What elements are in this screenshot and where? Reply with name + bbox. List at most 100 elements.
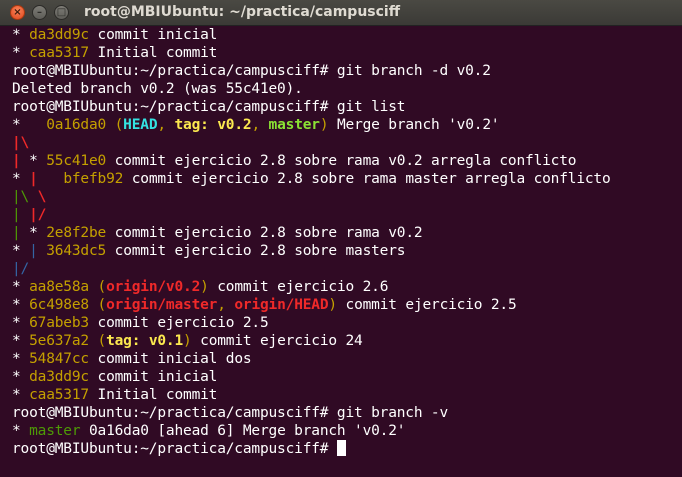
terminal-text-segment: root@MBIUbuntu:~/practica/campusciff# gi…	[12, 99, 406, 115]
terminal-text-segment: Initial commit	[88, 387, 218, 403]
terminal-text-segment: *	[12, 333, 30, 349]
terminal-text-segment: 0a16da0 [ahead 6] Merge branch 'v0.2'	[80, 423, 406, 439]
terminal-line: root@MBIUbuntu:~/practica/campusciff# gi…	[12, 404, 682, 422]
minimize-window-button[interactable]: –	[32, 5, 47, 20]
terminal-line: * 5e637a2 (tag: v0.1) commit ejercicio 2…	[12, 332, 682, 350]
terminal-text-segment: (	[88, 279, 107, 295]
terminal-line: | * 55c41e0 commit ejercicio 2.8 sobre r…	[12, 152, 682, 170]
terminal-text-segment: 0a16da0	[46, 117, 107, 133]
terminal-text-segment: caa5317	[29, 45, 89, 61]
terminal-line: * 0a16da0 (HEAD, tag: v0.2, master) Merg…	[12, 116, 682, 134]
terminal-text-segment: origin/master	[106, 297, 218, 313]
terminal-text-segment: commit ejercicio 2.5	[336, 297, 517, 313]
close-window-button[interactable]: ×	[10, 5, 25, 20]
terminal-text-segment: da3dd9c	[29, 369, 89, 385]
terminal-text-segment: bfefb92	[63, 171, 124, 187]
terminal-text-segment: |	[12, 153, 21, 169]
terminal-line: * master 0a16da0 [ahead 6] Merge branch …	[12, 422, 682, 440]
terminal-text-segment: commit inicial	[88, 27, 218, 43]
terminal-text-segment: master	[268, 117, 320, 133]
terminal-text-segment: |\	[12, 135, 30, 151]
terminal-text-segment: \	[37, 189, 47, 205]
terminal-text-segment: commit ejercicio 2.8 sobre rama master a…	[123, 171, 611, 187]
terminal-text-segment: *	[12, 387, 30, 403]
terminal-text-segment: )	[328, 297, 337, 313]
terminal-line: Deleted branch v0.2 (was 55c41e0).	[12, 80, 682, 98]
terminal-text-segment: commit ejercicio 2.6	[208, 279, 389, 295]
terminal-text-segment: ,	[157, 117, 175, 133]
prompt-text: root@MBIUbuntu:~/practica/campusciff#	[12, 441, 337, 457]
terminal-text-segment: commit ejercicio 2.8 sobre rama v0.2 arr…	[106, 153, 577, 169]
terminal-line: * caa5317 Initial commit	[12, 44, 682, 62]
terminal-line: * | 3643dc5 commit ejercicio 2.8 sobre m…	[12, 242, 682, 260]
terminal-text-segment: 5e637a2	[29, 333, 89, 349]
terminal-text-segment: 54847cc	[29, 351, 89, 367]
prompt-line[interactable]: root@MBIUbuntu:~/practica/campusciff#	[12, 440, 682, 458]
terminal-line: | * 2e8f2be commit ejercicio 2.8 sobre r…	[12, 224, 682, 242]
terminal-text-segment: )	[183, 333, 192, 349]
terminal-text-segment: 2e8f2be	[46, 225, 107, 241]
terminal-text-segment: )	[200, 279, 209, 295]
terminal-text-segment: da3dd9c	[29, 27, 89, 43]
terminal-text-segment: origin/v0.2	[106, 279, 201, 295]
terminal-text-segment: *	[20, 153, 47, 169]
terminal-text-segment: |/	[29, 207, 47, 223]
terminal-text-segment: (	[88, 297, 107, 313]
terminal-line: * aa8e58a (origin/v0.2) commit ejercicio…	[12, 278, 682, 296]
terminal-text-segment: Initial commit	[88, 45, 218, 61]
terminal-text-segment: |	[12, 225, 21, 241]
terminal-text-segment: commit ejercicio 24	[191, 333, 363, 349]
terminal-line: * 6c498e8 (origin/master, origin/HEAD) c…	[12, 296, 682, 314]
terminal-text-segment: *	[20, 225, 47, 241]
maximize-window-button[interactable]: □	[54, 5, 69, 20]
terminal-text-segment: Deleted branch v0.2 (was 55c41e0).	[12, 81, 303, 97]
terminal-text-segment: commit ejercicio 2.8 sobre rama v0.2	[106, 225, 423, 241]
title-bar: × – □ root@MBIUbuntu: ~/practica/campusc…	[0, 0, 682, 26]
terminal-line: | |/	[12, 206, 682, 224]
terminal-text-segment: *	[12, 297, 30, 313]
terminal-text-segment: caa5317	[29, 387, 89, 403]
terminal-text-segment: aa8e58a	[29, 279, 89, 295]
terminal-text-segment: (	[106, 117, 124, 133]
terminal-text-segment: 6c498e8	[29, 297, 89, 313]
terminal-text-segment: *	[12, 117, 47, 133]
terminal-output[interactable]: * da3dd9c commit inicial * caa5317 Initia…	[0, 26, 682, 477]
terminal-text-segment: *	[12, 279, 30, 295]
terminal-line: * 67abeb3 commit ejercicio 2.5	[12, 314, 682, 332]
terminal-line: * da3dd9c commit inicial	[12, 26, 682, 44]
terminal-line: |\	[12, 134, 682, 152]
terminal-text-segment: *	[12, 171, 30, 187]
terminal-text-segment: |\	[12, 189, 30, 205]
terminal-text-segment: root@MBIUbuntu:~/practica/campusciff# gi…	[12, 405, 449, 421]
terminal-text-segment: *	[12, 27, 30, 43]
terminal-text-segment: ,	[251, 117, 269, 133]
terminal-text-segment: commit inicial dos	[88, 351, 252, 367]
terminal-text-segment: root@MBIUbuntu:~/practica/campusciff# gi…	[12, 63, 491, 79]
terminal-text-segment: ,	[217, 297, 235, 313]
terminal-text-segment: *	[12, 45, 30, 61]
terminal-line: root@MBIUbuntu:~/practica/campusciff# gi…	[12, 62, 682, 80]
terminal-line: * | bfefb92 commit ejercicio 2.8 sobre r…	[12, 170, 682, 188]
terminal-line: |/	[12, 260, 682, 278]
terminal-text-segment: master	[29, 423, 81, 439]
terminal-text-segment: |	[29, 243, 38, 259]
terminal-text-segment: commit inicial	[88, 369, 218, 385]
terminal-text-segment: |	[29, 171, 38, 187]
terminal-line: root@MBIUbuntu:~/practica/campusciff# gi…	[12, 98, 682, 116]
terminal-text-segment: |	[12, 207, 21, 223]
terminal-text-segment: *	[12, 423, 30, 439]
terminal-text-segment: tag: v0.2	[174, 117, 252, 133]
window-title: root@MBIUbuntu: ~/practica/campusciff	[84, 4, 401, 20]
terminal-line: |\ \	[12, 188, 682, 206]
terminal-text-segment: 67abeb3	[29, 315, 89, 331]
terminal-text-segment: *	[12, 351, 30, 367]
terminal-text-segment: *	[12, 315, 30, 331]
terminal-text-segment: |/	[12, 261, 30, 277]
terminal-line: * da3dd9c commit inicial	[12, 368, 682, 386]
terminal-text-segment: HEAD	[123, 117, 158, 133]
terminal-text-segment: 55c41e0	[46, 153, 107, 169]
